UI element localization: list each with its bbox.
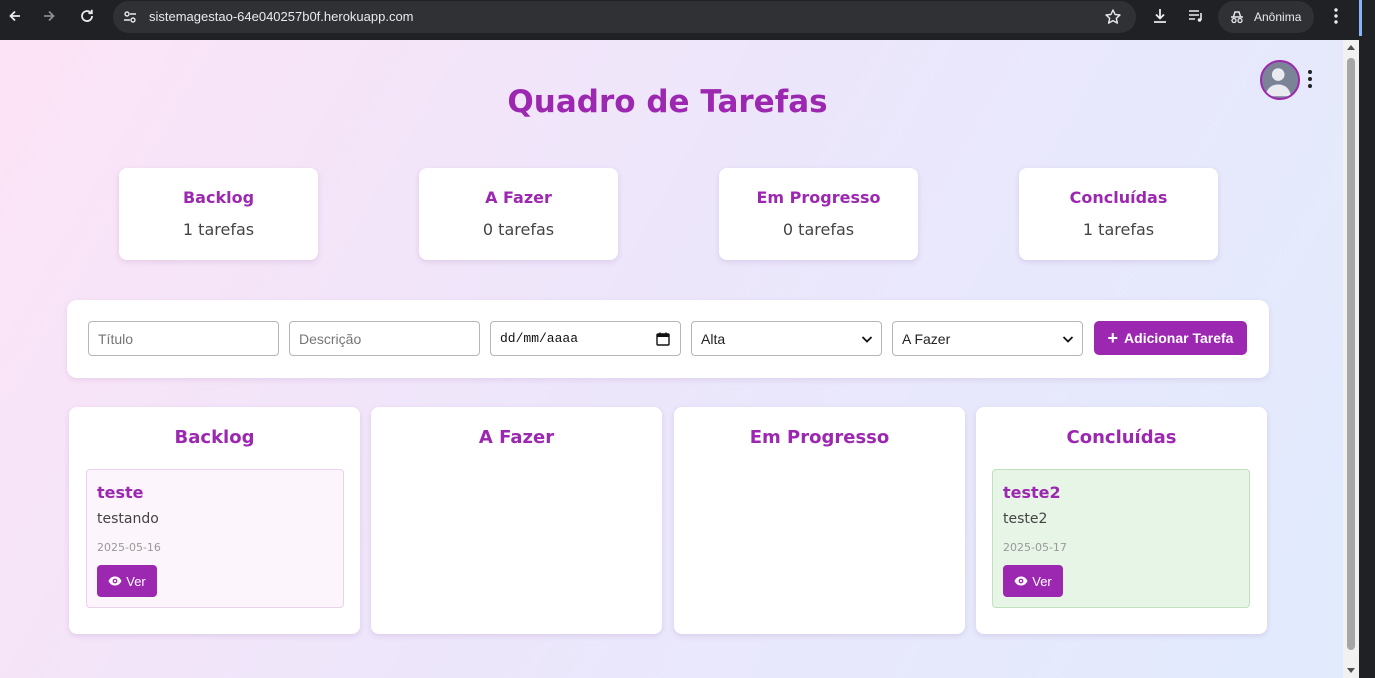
page-scrollbar[interactable] (1343, 40, 1359, 678)
site-settings-icon[interactable] (122, 9, 138, 25)
priority-select[interactable]: Alta (691, 321, 882, 356)
task-description: teste2 (1003, 511, 1048, 527)
description-input[interactable]: Descrição (289, 321, 480, 356)
stat-count: 1 tarefas (182, 220, 255, 239)
view-task-button[interactable]: Ver (97, 565, 157, 597)
address-bar[interactable]: sistemagestao-64e040257b0f.herokuapp.com (113, 1, 1136, 33)
column-em-progresso: Em Progresso (674, 407, 965, 634)
side-panel-accent (1359, 0, 1362, 36)
column-title: Concluídas (1066, 427, 1177, 448)
column-title: Backlog (174, 427, 255, 448)
stat-count: 0 tarefas (782, 220, 855, 239)
stat-name: Em Progresso (756, 188, 881, 207)
view-label: Ver (126, 573, 146, 589)
date-placeholder: dd/mm/aaaa (500, 331, 579, 346)
scrollbar-thumb[interactable] (1347, 58, 1355, 650)
reload-icon[interactable] (76, 5, 98, 27)
url-text: sistemagestao-64e040257b0f.herokuapp.com (149, 9, 414, 24)
priority-selected-value: Alta (701, 330, 726, 347)
stat-card-concluidas: Concluídas 1 tarefas (1019, 168, 1218, 260)
task-date: 2025-05-16 (97, 541, 161, 554)
status-selected-value: A Fazer (902, 330, 951, 347)
side-panel-strip (1359, 0, 1375, 678)
column-concluidas: Concluídas teste2 teste2 2025-05-17 Ver (976, 407, 1267, 634)
incognito-icon (1231, 11, 1243, 24)
stat-card-em-progresso: Em Progresso 0 tarefas (719, 168, 918, 260)
stat-count: 1 tarefas (1082, 220, 1155, 239)
scroll-down-arrow[interactable] (1347, 668, 1355, 673)
task-card[interactable]: teste2 teste2 2025-05-17 Ver (992, 469, 1250, 608)
task-title: teste2 (1003, 483, 1061, 502)
column-backlog: Backlog teste testando 2025-05-16 Ver (69, 407, 360, 634)
scroll-up-arrow[interactable] (1347, 45, 1355, 50)
description-placeholder: Descrição (299, 330, 362, 347)
download-icon[interactable] (1150, 6, 1170, 26)
eye-icon (108, 576, 122, 586)
view-task-button[interactable]: Ver (1003, 565, 1063, 597)
forward-arrow-icon[interactable] (38, 5, 60, 27)
chrome-menu-icon[interactable] (1326, 6, 1346, 26)
chevron-down-icon (1062, 336, 1074, 343)
task-date: 2025-05-17 (1003, 541, 1067, 554)
stat-name: Concluídas (1069, 188, 1168, 207)
add-task-label: Adicionar Tarefa (1124, 330, 1234, 346)
stat-card-a-fazer: A Fazer 0 tarefas (419, 168, 618, 260)
media-queue-icon[interactable] (1186, 6, 1206, 26)
back-arrow-icon[interactable] (4, 5, 26, 27)
stat-card-backlog: Backlog 1 tarefas (119, 168, 318, 260)
star-icon[interactable] (1104, 8, 1122, 26)
chevron-down-icon (861, 336, 873, 343)
column-title: A Fazer (478, 427, 555, 448)
title-input[interactable]: Título (88, 321, 279, 356)
browser-toolbar: sistemagestao-64e040257b0f.herokuapp.com… (0, 0, 1375, 40)
eye-icon (1014, 576, 1028, 586)
view-label: Ver (1032, 573, 1052, 589)
stat-count: 0 tarefas (482, 220, 555, 239)
task-card[interactable]: teste testando 2025-05-16 Ver (86, 469, 344, 608)
page-title: Quadro de Tarefas (507, 84, 828, 120)
stat-name: A Fazer (485, 188, 552, 207)
new-task-form: Título Descrição dd/mm/aaaa Alta A Fazer… (67, 300, 1269, 378)
column-a-fazer: A Fazer (371, 407, 662, 634)
task-title: teste (97, 483, 144, 502)
task-board-page: Quadro de Tarefas Backlog 1 tarefas A Fa… (0, 40, 1343, 678)
title-placeholder: Título (98, 330, 134, 347)
due-date-input[interactable]: dd/mm/aaaa (490, 321, 681, 356)
incognito-indicator[interactable]: Anônima (1218, 1, 1314, 33)
stat-name: Backlog (182, 188, 255, 207)
status-select[interactable]: A Fazer (892, 321, 1083, 356)
calendar-icon[interactable] (656, 332, 670, 346)
plus-icon: + (1107, 328, 1119, 348)
task-description: testando (97, 511, 159, 527)
add-task-button[interactable]: + Adicionar Tarefa (1094, 321, 1247, 355)
incognito-label: Anônima (1254, 10, 1302, 24)
column-title: Em Progresso (749, 427, 890, 448)
